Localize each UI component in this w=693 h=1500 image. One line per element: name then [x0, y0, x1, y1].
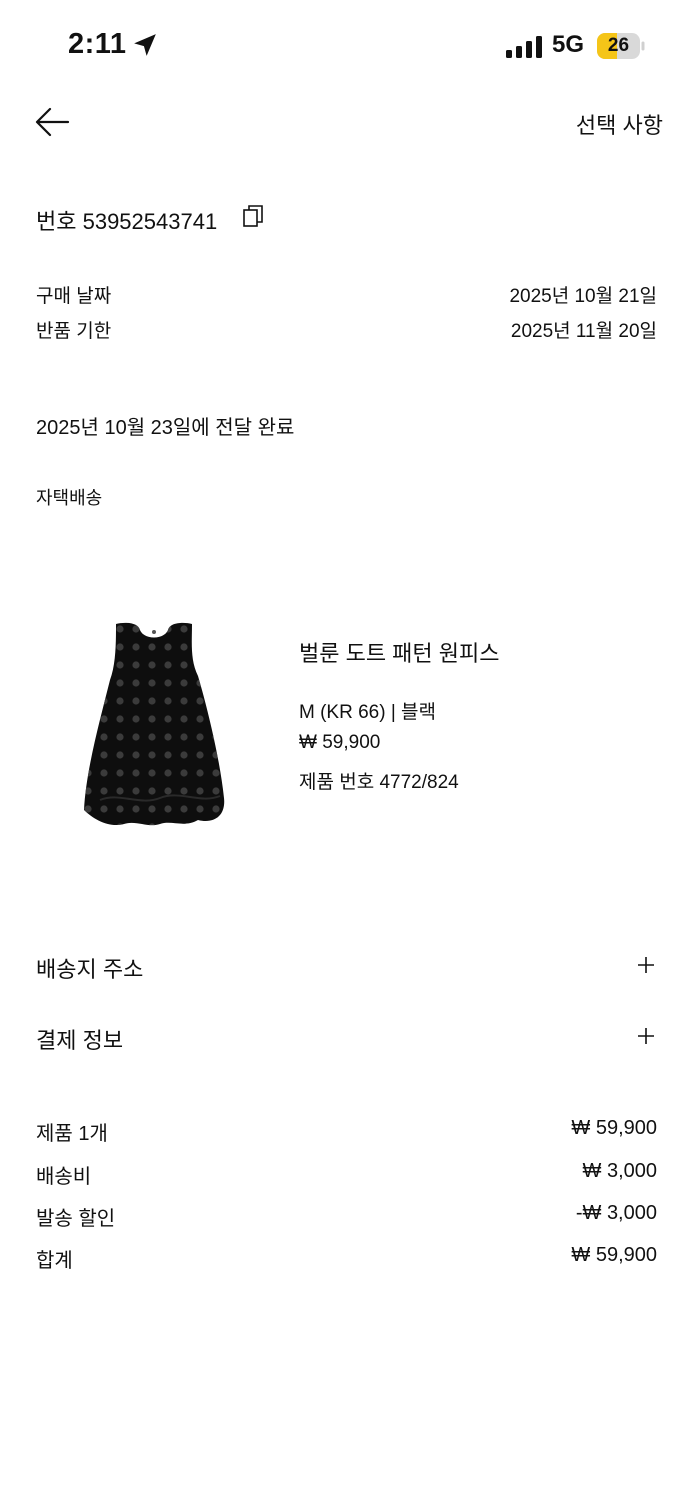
summary-shipping-label: 배송비 — [36, 1166, 92, 1188]
battery-percent: 26 — [607, 35, 630, 56]
summary-discount-label: 발송 할인 — [36, 1208, 116, 1230]
status-time: 2:11 — [68, 28, 127, 60]
payment-info-section[interactable]: 결제 정보 — [36, 1023, 123, 1055]
plus-icon[interactable] — [637, 1027, 655, 1045]
summary-total-label: 합계 — [36, 1250, 73, 1272]
options-button[interactable]: 선택 사항 — [576, 108, 663, 140]
plus-icon[interactable] — [637, 956, 655, 974]
delivery-method: 자택배송 — [36, 488, 103, 508]
product-code: 제품 번호 4772/824 — [299, 772, 459, 793]
purchase-date-label: 구매 날짜 — [36, 286, 112, 307]
cellular-signal-icon — [506, 36, 542, 58]
summary-shipping-value: ₩ 3,000 — [582, 1160, 657, 1182]
order-number: 번호 53952543741 — [36, 209, 218, 234]
location-arrow-icon — [134, 34, 156, 56]
purchase-date-value: 2025년 10월 21일 — [509, 286, 657, 307]
product-price: ₩ 59,900 — [299, 732, 381, 753]
network-type: 5G — [552, 31, 585, 58]
return-deadline-label: 반품 기한 — [36, 321, 112, 342]
delivery-status: 2025년 10월 23일에 전달 완료 — [36, 417, 295, 439]
product-name[interactable]: 벌룬 도트 패턴 원피스 — [299, 636, 500, 668]
shipping-address-section[interactable]: 배송지 주소 — [36, 952, 143, 984]
battery-indicator: 26 — [597, 33, 645, 59]
dress-image — [84, 622, 225, 826]
product-size-color: M (KR 66) | 블랙 — [299, 702, 437, 723]
summary-items-label: 제품 1개 — [36, 1123, 108, 1145]
back-arrow-icon[interactable] — [34, 106, 70, 138]
product-image[interactable] — [80, 620, 228, 830]
summary-total-value: ₩ 59,900 — [571, 1244, 657, 1266]
summary-discount-value: -₩ 3,000 — [575, 1202, 657, 1224]
copy-icon[interactable] — [242, 204, 264, 228]
return-deadline-value: 2025년 11월 20일 — [510, 321, 657, 342]
summary-items-value: ₩ 59,900 — [571, 1117, 657, 1139]
